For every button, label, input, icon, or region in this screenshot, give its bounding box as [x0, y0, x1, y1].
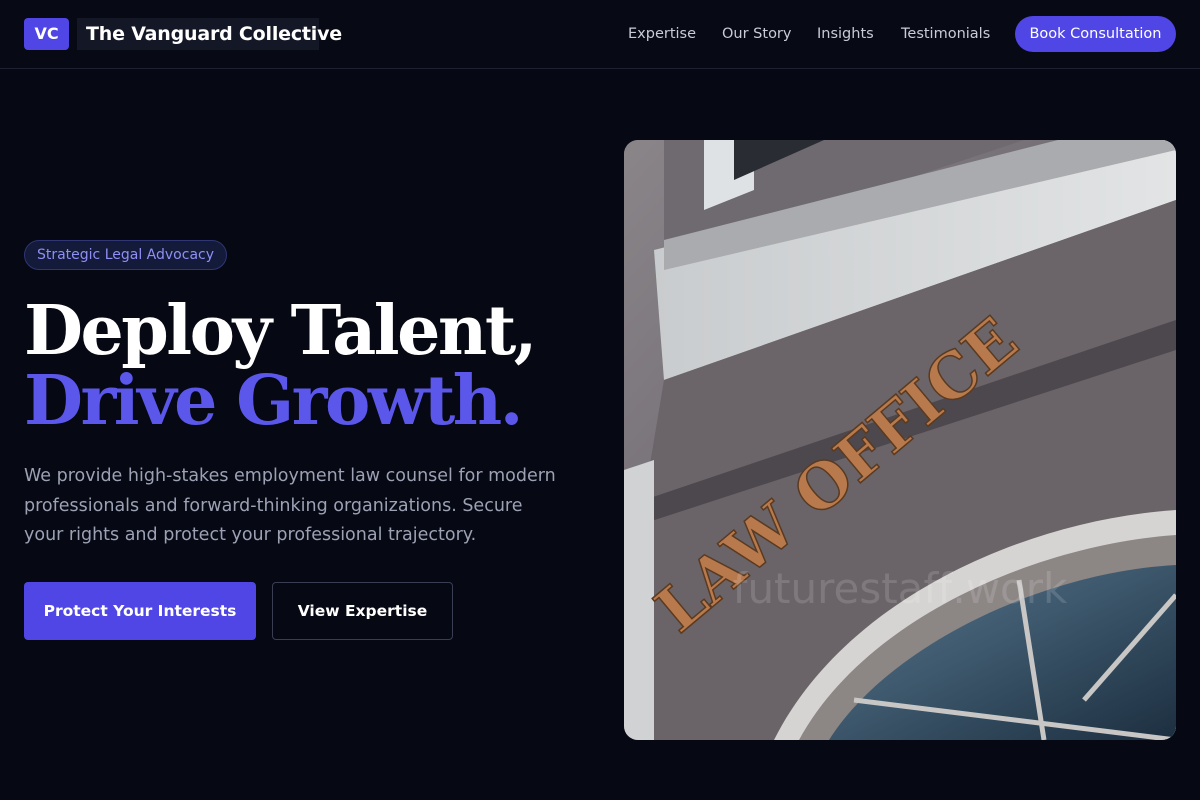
- hero-badge: Strategic Legal Advocacy: [24, 240, 227, 270]
- view-expertise-button[interactable]: View Expertise: [272, 582, 453, 640]
- watermark-text: futurestaff.work: [732, 564, 1068, 613]
- nav-link-insights[interactable]: Insights: [817, 24, 874, 44]
- nav-link-testimonials[interactable]: Testimonials: [901, 24, 990, 44]
- book-consultation-button[interactable]: Book Consultation: [1015, 16, 1176, 52]
- headline-line-1: Deploy Talent,: [24, 291, 537, 371]
- nav-link-expertise[interactable]: Expertise: [628, 24, 696, 44]
- headline-line-2: Drive Growth.: [24, 361, 523, 441]
- hero-headline: Deploy Talent, Drive Growth.: [24, 296, 604, 436]
- site-header: VC The Vanguard Collective Expertise Our…: [0, 0, 1200, 69]
- law-office-illustration: LAW OFFICE: [624, 140, 1176, 740]
- logo-badge[interactable]: VC: [24, 18, 69, 50]
- brand-name[interactable]: The Vanguard Collective: [77, 18, 342, 50]
- nav-link-our-story[interactable]: Our Story: [722, 24, 791, 44]
- hero-lead-text: We provide high-stakes employment law co…: [24, 466, 556, 545]
- protect-interests-button[interactable]: Protect Your Interests: [24, 582, 256, 640]
- law-office-photo: LAW OFFICE futurestaff.work: [624, 140, 1176, 740]
